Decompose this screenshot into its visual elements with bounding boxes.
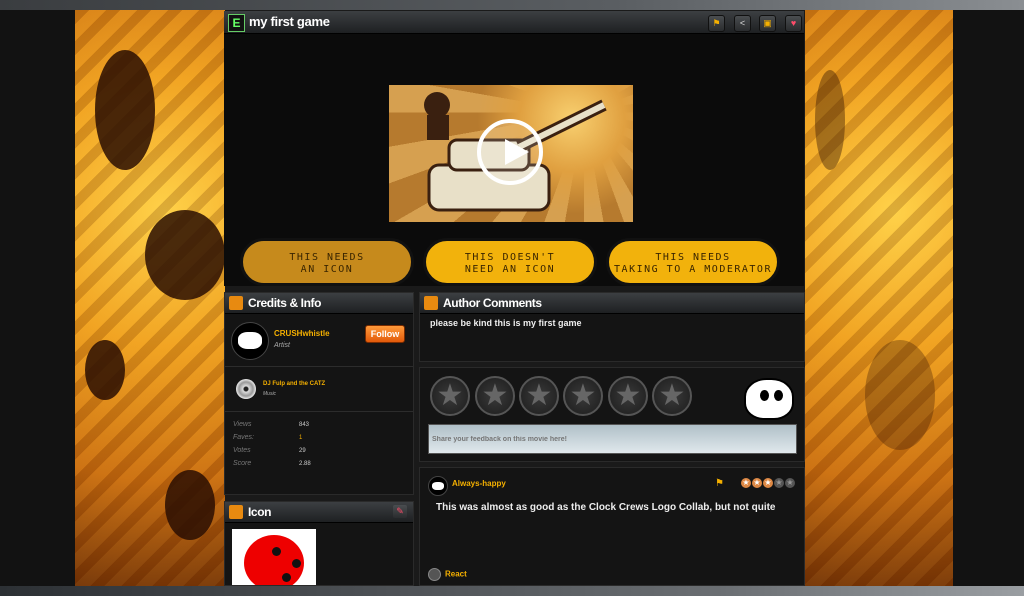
star-5-icon[interactable]: ★ [608,376,648,416]
credit-row-artist: CRUSHwhistle Artist Follow [225,314,413,367]
play-icon [505,139,529,165]
author-comment-text: please be kind this is my first game [430,318,582,328]
needs-icon-button[interactable]: THIS NEEDS AN ICON [240,238,414,286]
stat-value-faves[interactable]: 1 [299,435,302,441]
star-6-icon[interactable]: ★ [652,376,692,416]
review-star-3-icon: ★ [763,478,773,488]
bottom-strip [0,586,1024,596]
review-star-2-icon: ★ [752,478,762,488]
stat-value-votes: 29 [299,448,306,454]
flag-icon[interactable]: ⚑ [708,15,725,32]
icon-panel-title: Icon [248,505,272,519]
author-comments-title: Author Comments [443,296,542,310]
credit-row-music: DJ Fulp and the CATZ Music [225,367,413,412]
background-art-left [75,10,225,586]
credits-title: Credits & Info [248,296,322,310]
newgrounds-e-icon: E [228,14,245,32]
review-star-5-icon: ★ [785,478,795,488]
background-art-right [805,10,953,586]
icon-panel: Icon ✎ [224,501,414,586]
stat-label-score: Score [233,460,252,467]
icon-panel-header: Icon ✎ [225,502,413,523]
edit-icon[interactable]: ✎ [393,505,407,518]
rating-panel: ★ ★ ★ ★ ★ ★ [419,367,805,462]
review-panel: Always-happy ⚑ ★ ★ ★ ★ ★ This was almost… [419,467,805,586]
heart-icon[interactable]: ♥ [785,15,802,32]
stat-label-votes: Votes [233,447,251,454]
stat-label-faves: Faves: [233,434,255,441]
people-icon [229,296,243,310]
image-icon [229,505,243,519]
follow-button[interactable]: Follow [365,325,405,343]
mascot-icon [744,378,794,420]
right-dark-edge [953,10,1024,586]
avatar[interactable] [231,322,269,360]
top-strip [0,0,1024,10]
credits-header: Credits & Info [225,293,413,314]
doesnt-need-icon-button[interactable]: THIS DOESN'T NEED AN ICON [423,238,597,286]
game-header: E my first game ⚑ < ▣ ♥ [224,11,804,34]
artist-role: Artist [274,342,290,349]
author-comments-header: Author Comments [420,293,804,314]
stat-value-views: 843 [299,422,310,428]
stat-label-views: Views [233,421,252,428]
star-4-icon[interactable]: ★ [563,376,603,416]
share-icon[interactable]: < [734,15,751,32]
document-icon [424,296,438,310]
review-text: This was almost as good as the Clock Cre… [436,502,776,513]
game-thumbnail[interactable] [389,85,633,222]
comments-icon[interactable]: ▣ [759,15,776,32]
reviewer-avatar[interactable] [428,476,448,496]
artist-name[interactable]: CRUSHwhistle [274,329,330,338]
music-role: Music [263,391,277,397]
star-1-icon[interactable]: ★ [430,376,470,416]
star-3-icon[interactable]: ★ [519,376,559,416]
report-flag-icon[interactable]: ⚑ [715,478,724,489]
author-comments-panel: Author Comments please be kind this is m… [419,292,805,362]
music-artist-name[interactable]: DJ Fulp and the CATZ [263,381,325,387]
review-star-4-icon: ★ [774,478,784,488]
game-icon-image [232,529,316,585]
react-button[interactable]: React [428,568,467,581]
music-disc-icon [236,379,256,399]
feedback-input[interactable] [428,424,797,454]
react-label: React [445,569,467,579]
play-button[interactable] [477,119,543,185]
review-star-1-icon: ★ [741,478,751,488]
credits-panel: Credits & Info CRUSHwhistle Artist Follo… [224,292,414,495]
reviewer-name[interactable]: Always-happy [452,479,506,488]
stat-value-score: 2.88 [299,461,311,467]
game-title: my first game [249,14,330,29]
star-2-icon[interactable]: ★ [475,376,515,416]
left-dark-edge [0,10,75,586]
needs-moderator-button[interactable]: THIS NEEDS TAKING TO A MODERATOR [606,238,780,286]
react-icon [428,568,441,581]
